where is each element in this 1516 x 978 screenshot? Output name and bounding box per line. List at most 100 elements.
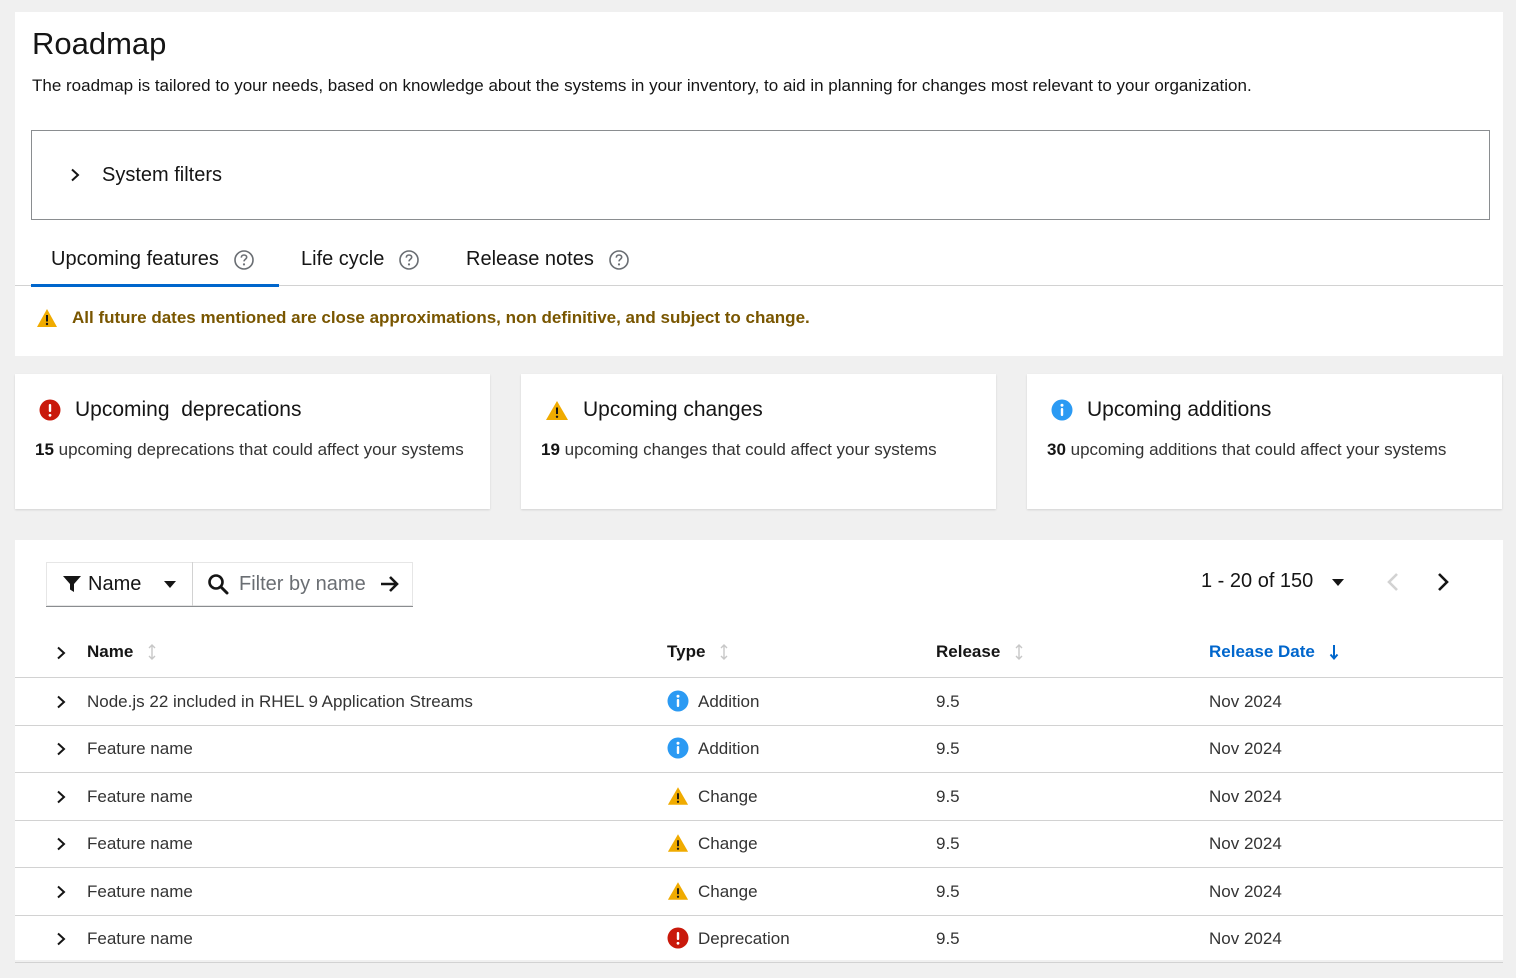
release-date-cell: Nov 2024 <box>1209 739 1282 759</box>
alert-text: All future dates mentioned are close app… <box>72 308 810 327</box>
release-cell: 9.5 <box>936 692 960 711</box>
filter-search-group <box>193 562 413 606</box>
card-count: 15 <box>35 440 54 459</box>
chevron-right-icon[interactable] <box>1435 571 1451 593</box>
release-cell: 9.5 <box>936 786 960 806</box>
feature-name-cell: Feature name <box>87 929 193 948</box>
warning-triangle-icon <box>667 834 689 852</box>
feature-type-cell: Change <box>667 834 758 854</box>
sort-icon <box>1015 644 1023 660</box>
exclamation-circle-icon <box>39 399 61 421</box>
search-icon <box>208 574 229 595</box>
feature-name-cell: Feature name <box>87 786 193 806</box>
filter-attribute-select[interactable]: Name <box>46 562 193 606</box>
card-count: 30 <box>1047 440 1066 459</box>
card-text: upcoming changes that could affect your … <box>559 440 937 459</box>
table-header-row: Name Type Release Release Date <box>15 628 1503 678</box>
feature-type-label: Change <box>698 786 758 806</box>
chevron-right-icon[interactable] <box>55 790 67 804</box>
help-circle-icon[interactable] <box>608 249 630 271</box>
card-description: 30 upcoming additions that could affect … <box>1047 436 1486 463</box>
roadmap-header-panel: Roadmap The roadmap is tailored to your … <box>15 12 1503 356</box>
upcoming-deprecations-card[interactable]: Upcoming deprecations 15 upcoming deprec… <box>15 374 490 509</box>
info-circle-icon <box>667 690 689 712</box>
filter-attribute-label: Name <box>88 572 142 595</box>
release-cell: 9.5 <box>936 881 960 901</box>
warning-triangle-icon <box>667 787 689 805</box>
column-header-name[interactable]: Name <box>87 642 157 662</box>
release-date-cell: Nov 2024 <box>1209 692 1282 711</box>
features-table-panel: Name 1 - 20 of 150 Name Type Release Re <box>15 540 1503 963</box>
system-filters-toggle[interactable]: System filters <box>31 130 1490 220</box>
tab-release-notes[interactable]: Release notes <box>466 248 630 286</box>
column-header-release[interactable]: Release <box>936 642 1024 662</box>
feature-type-label: Addition <box>698 739 760 759</box>
chevron-left-icon[interactable] <box>1385 571 1401 593</box>
feature-type-label: Deprecation <box>698 929 790 948</box>
column-header-label: Release Date <box>1209 642 1315 661</box>
feature-name-cell: Feature name <box>87 739 193 759</box>
release-date-cell: Nov 2024 <box>1209 881 1282 901</box>
tab-upcoming-features[interactable]: Upcoming features <box>31 248 279 287</box>
dates-disclaimer-alert: All future dates mentioned are close app… <box>36 308 810 328</box>
help-circle-icon[interactable] <box>398 249 420 271</box>
table-row: Feature name Change 9.5 Nov 2024 <box>15 869 1503 916</box>
chevron-right-icon[interactable] <box>55 932 67 946</box>
filter-funnel-icon <box>63 576 81 592</box>
page-description: The roadmap is tailored to your needs, b… <box>32 76 1252 95</box>
feature-type-cell: Change <box>667 787 758 807</box>
feature-type-cell: Addition <box>667 737 760 759</box>
sort-descending-icon <box>1329 645 1339 660</box>
card-title: Upcoming additions <box>1087 398 1272 421</box>
system-filters-label: System filters <box>102 163 223 186</box>
feature-type-cell: Addition <box>667 690 759 712</box>
upcoming-changes-card[interactable]: Upcoming changes 19 upcoming changes tha… <box>521 374 996 509</box>
card-title: Upcoming deprecations <box>75 398 302 421</box>
release-date-cell: Nov 2024 <box>1209 929 1282 948</box>
card-header: Upcoming additions <box>1051 398 1271 422</box>
tab-label: Life cycle <box>301 248 385 270</box>
column-header-label: Name <box>87 642 134 661</box>
feature-type-cell: Deprecation <box>667 927 790 949</box>
feature-name-cell: Node.js 22 included in RHEL 9 Applicatio… <box>87 692 473 711</box>
page-title: Roadmap <box>32 26 167 61</box>
warning-triangle-icon <box>667 881 689 900</box>
column-header-label: Type <box>667 642 706 661</box>
upcoming-additions-card[interactable]: Upcoming additions 30 upcoming additions… <box>1027 374 1502 509</box>
release-cell: 9.5 <box>936 739 960 759</box>
roadmap-tabs: Upcoming features Life cycle Release not… <box>15 242 1503 287</box>
info-circle-icon <box>667 737 689 759</box>
chevron-right-icon[interactable] <box>55 885 67 899</box>
table-row: Node.js 22 included in RHEL 9 Applicatio… <box>15 679 1503 726</box>
tab-life-cycle[interactable]: Life cycle <box>301 248 420 286</box>
chevron-right-icon[interactable] <box>55 837 67 851</box>
arrow-right-icon[interactable] <box>379 573 401 595</box>
column-header-type[interactable]: Type <box>667 642 729 662</box>
tab-label: Upcoming features <box>51 248 219 270</box>
table-row: Feature name Deprecation 9.5 Nov 2024 <box>15 916 1503 963</box>
table-row: Feature name Addition 9.5 Nov 2024 <box>15 726 1503 774</box>
filter-by-name-input[interactable] <box>239 572 373 596</box>
chevron-right-icon[interactable] <box>55 646 67 660</box>
card-description: 19 upcoming changes that could affect yo… <box>541 436 980 463</box>
chevron-right-icon[interactable] <box>55 742 67 756</box>
caret-down-icon[interactable] <box>1331 575 1345 589</box>
sort-icon <box>720 644 728 660</box>
card-text: upcoming deprecations that could affect … <box>53 440 464 459</box>
feature-type-label: Change <box>698 881 758 901</box>
card-description: 15 upcoming deprecations that could affe… <box>35 436 474 463</box>
card-text: upcoming additions that could affect you… <box>1065 440 1447 459</box>
pagination: 1 - 20 of 150 <box>1201 570 1451 593</box>
release-date-cell: Nov 2024 <box>1209 834 1282 854</box>
release-cell: 9.5 <box>936 834 960 854</box>
pagination-range[interactable]: 1 - 20 of 150 <box>1201 570 1313 593</box>
chevron-right-icon[interactable] <box>55 695 67 709</box>
card-header: Upcoming changes <box>545 398 763 422</box>
table-filter-toolbar: Name <box>46 562 413 607</box>
help-circle-icon[interactable] <box>233 249 255 271</box>
feature-name-cell: Feature name <box>87 881 193 901</box>
exclamation-circle-icon <box>667 927 689 949</box>
table-row: Feature name Change 9.5 Nov 2024 <box>15 821 1503 869</box>
card-count: 19 <box>541 440 560 459</box>
column-header-release-date[interactable]: Release Date <box>1209 642 1339 662</box>
